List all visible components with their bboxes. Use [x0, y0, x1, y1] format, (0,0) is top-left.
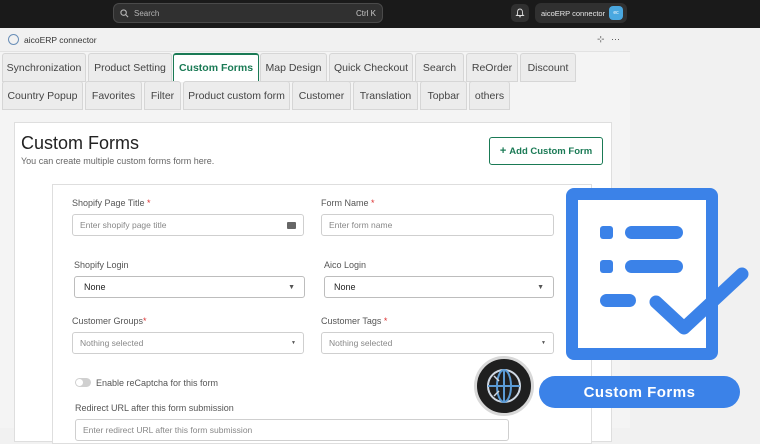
- shopify-page-title-input[interactable]: Enter shopify page title: [72, 214, 304, 236]
- tab-map-design[interactable]: Map Design: [260, 53, 327, 82]
- tab-discount[interactable]: Discount: [520, 53, 576, 82]
- list-icon: [287, 221, 296, 229]
- customer-tags-select[interactable]: Nothing selected ▼: [321, 332, 554, 354]
- tab-search[interactable]: Search: [415, 53, 464, 82]
- app-title: aicoERP connector: [24, 34, 97, 45]
- store-name: aicoERP connector: [541, 8, 606, 18]
- search-icon: [120, 8, 129, 17]
- shopify-login-select[interactable]: None ▼: [74, 276, 305, 298]
- app-page: Synchronization Product Setting Custom F…: [0, 52, 630, 444]
- recaptcha-label: Enable reCaptcha for this form: [96, 378, 219, 388]
- tab-country-popup[interactable]: Country Popup: [2, 81, 83, 110]
- custom-forms-banner: Custom Forms: [539, 376, 740, 408]
- form-checklist-icon: [566, 188, 749, 360]
- caret-down-icon: ▼: [291, 340, 296, 346]
- app-header: aicoERP connector ⊹ ⋯: [0, 28, 630, 52]
- add-custom-form-label: Add Custom Form: [509, 145, 593, 157]
- tab-product-setting[interactable]: Product Setting: [88, 53, 172, 82]
- tab-quick-checkout[interactable]: Quick Checkout: [329, 53, 413, 82]
- shopify-login-label: Shopify Login: [74, 260, 129, 270]
- aico-login-select[interactable]: None ▼: [324, 276, 554, 298]
- search-input[interactable]: Search Ctrl K: [113, 3, 383, 23]
- tab-others[interactable]: others: [469, 81, 510, 110]
- bell-icon: [515, 8, 525, 18]
- redirect-url-input[interactable]: Enter redirect URL after this form submi…: [75, 419, 509, 441]
- tab-reorder[interactable]: ReOrder: [466, 53, 518, 82]
- page-title: Custom Forms: [21, 133, 140, 153]
- caret-down-icon: ▼: [541, 340, 546, 346]
- notification-button[interactable]: [511, 4, 529, 22]
- form-name-input[interactable]: Enter form name: [321, 214, 554, 236]
- tab-product-custom-form[interactable]: Product custom form: [183, 81, 290, 110]
- page-subtitle: You can create multiple custom forms for…: [21, 156, 215, 166]
- aico-login-label: Aico Login: [324, 260, 367, 270]
- search-placeholder: Search: [134, 8, 160, 18]
- search-shortcut: Ctrl K: [356, 8, 376, 18]
- app-menu-icon[interactable]: ⊹ ⋯: [597, 34, 622, 45]
- app-logo-icon: [8, 34, 19, 45]
- plus-icon: +: [499, 145, 507, 157]
- brand-logo: [474, 356, 534, 416]
- tab-customer[interactable]: Customer: [292, 81, 351, 110]
- avatar: ec: [609, 6, 623, 20]
- recaptcha-toggle[interactable]: [75, 378, 91, 387]
- tab-filter[interactable]: Filter: [144, 81, 181, 110]
- tab-synchronization[interactable]: Synchronization: [2, 53, 86, 82]
- chevron-down-icon: ▼: [537, 283, 544, 291]
- admin-topbar: Search Ctrl K aicoERP connector ec: [0, 0, 760, 28]
- globe-circuit-icon: [487, 369, 521, 403]
- redirect-url-label: Redirect URL after this form submission: [75, 403, 234, 413]
- form-name-label: Form Name *: [321, 198, 375, 208]
- customer-groups-select[interactable]: Nothing selected ▼: [72, 332, 304, 354]
- tab-custom-forms[interactable]: Custom Forms: [173, 53, 259, 82]
- chevron-down-icon: ▼: [288, 283, 295, 291]
- customer-groups-label: Customer Groups*: [72, 316, 147, 326]
- customer-tags-label: Customer Tags *: [321, 316, 388, 326]
- tab-translation[interactable]: Translation: [353, 81, 418, 110]
- add-custom-form-button[interactable]: + Add Custom Form: [489, 137, 603, 165]
- shopify-page-title-label: Shopify Page Title *: [72, 198, 151, 208]
- checkmark-icon: [649, 267, 749, 335]
- store-menu-button[interactable]: aicoERP connector ec: [535, 3, 627, 23]
- tab-topbar[interactable]: Topbar: [420, 81, 467, 110]
- tab-favorites[interactable]: Favorites: [85, 81, 142, 110]
